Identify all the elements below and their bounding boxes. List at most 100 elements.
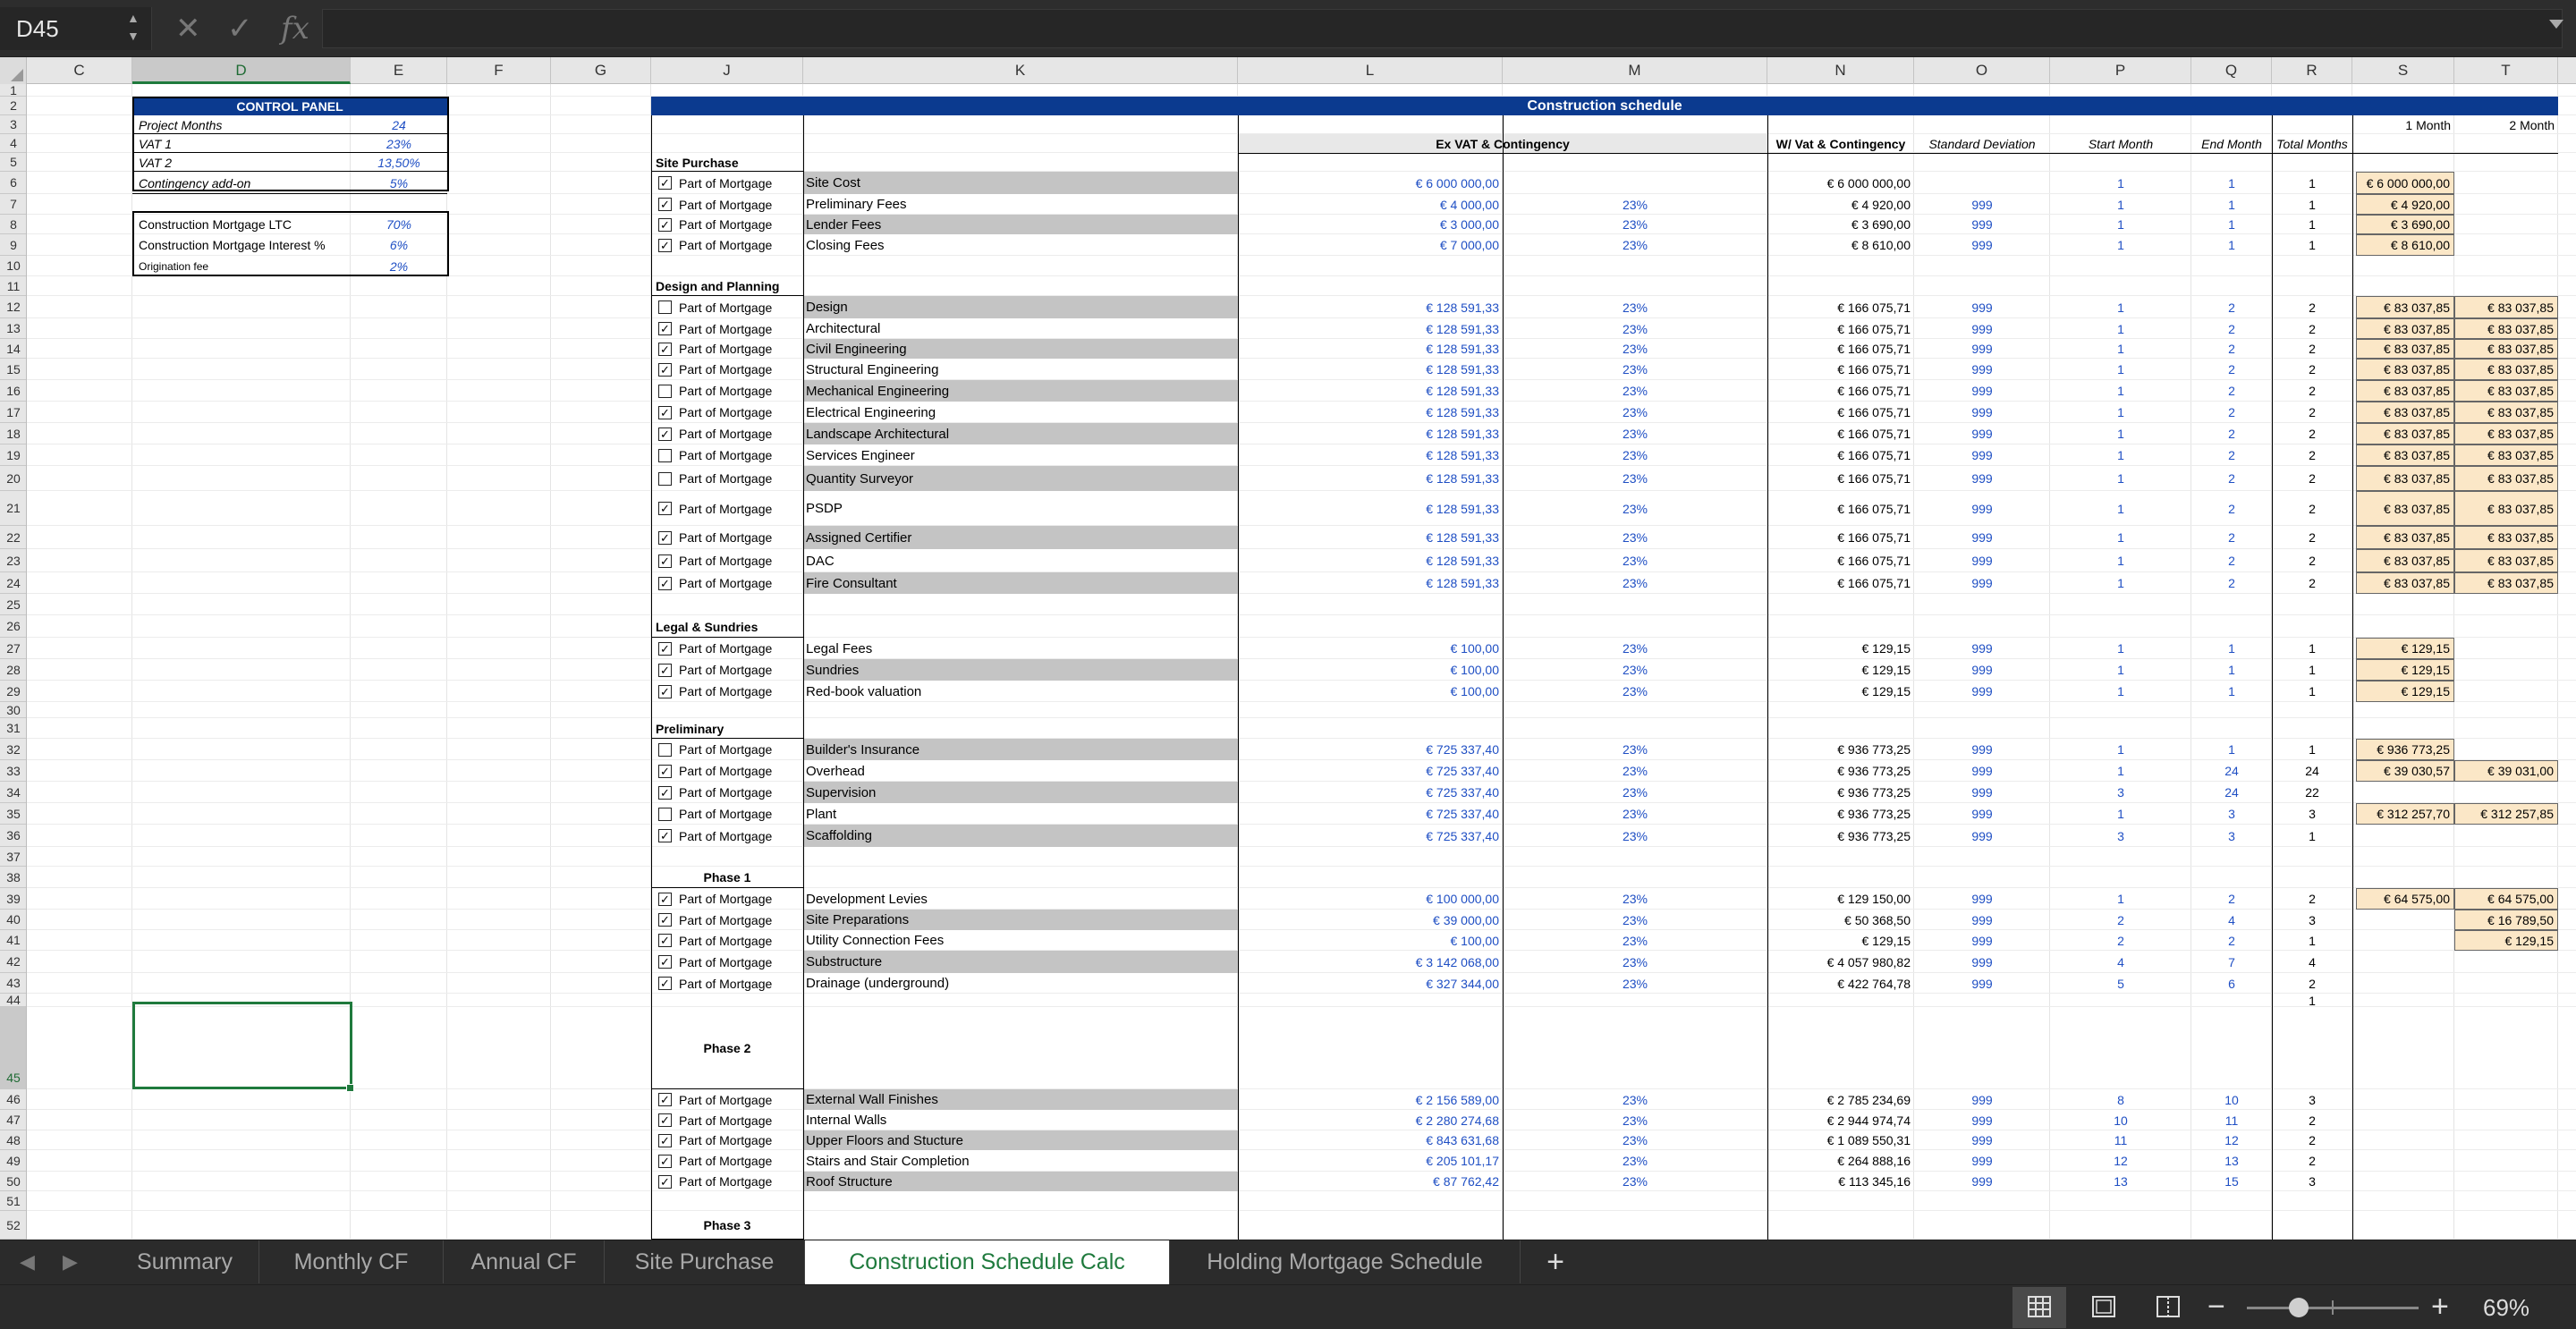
cost-item-name[interactable]: Overhead xyxy=(803,760,1238,782)
row-header-18[interactable]: 18 xyxy=(0,423,26,444)
formula-input[interactable] xyxy=(322,9,2563,48)
mortgage-checkbox[interactable]: ✓ xyxy=(658,1154,672,1168)
ex-vat-value[interactable]: € 128 591,33 xyxy=(1238,380,1503,402)
vat-rate[interactable]: 23% xyxy=(1503,1110,1767,1130)
row-header-29[interactable]: 29 xyxy=(0,681,26,702)
ex-vat-value[interactable]: € 128 591,33 xyxy=(1238,444,1503,466)
cost-item-name[interactable]: Architectural xyxy=(803,318,1238,339)
start-month-value[interactable]: 1 xyxy=(2050,380,2191,402)
std-dev-value[interactable]: 999 xyxy=(1914,1130,2050,1150)
row-header-36[interactable]: 36 xyxy=(0,825,26,847)
vat-rate[interactable]: 23% xyxy=(1503,572,1767,594)
row-header-10[interactable]: 10 xyxy=(0,256,26,276)
end-month-value[interactable]: 2 xyxy=(2191,296,2272,318)
vat-rate[interactable]: 23% xyxy=(1503,739,1767,760)
mortgage-checkbox[interactable]: ✓ xyxy=(658,322,672,335)
row-header-14[interactable]: 14 xyxy=(0,339,26,359)
row-header-22[interactable]: 22 xyxy=(0,526,26,549)
ex-vat-value[interactable]: € 725 337,40 xyxy=(1238,739,1503,760)
row-header-48[interactable]: 48 xyxy=(0,1130,26,1150)
std-dev-value[interactable]: 999 xyxy=(1914,402,2050,423)
start-month-value[interactable]: 1 xyxy=(2050,549,2191,572)
mortgage-checkbox[interactable]: ✓ xyxy=(658,217,672,232)
end-month-value[interactable]: 1 xyxy=(2191,681,2272,702)
column-header-d[interactable]: D xyxy=(132,57,351,84)
ex-vat-value[interactable]: € 128 591,33 xyxy=(1238,572,1503,594)
end-month-value[interactable]: 1 xyxy=(2191,739,2272,760)
start-month-value[interactable]: 1 xyxy=(2050,638,2191,659)
fill-handle[interactable] xyxy=(346,1084,354,1092)
vat-rate[interactable]: 23% xyxy=(1503,803,1767,825)
end-month-value[interactable]: 10 xyxy=(2191,1089,2272,1110)
ex-vat-value[interactable]: € 100,00 xyxy=(1238,659,1503,681)
vat-rate[interactable]: 23% xyxy=(1503,549,1767,572)
cost-item-name[interactable]: Electrical Engineering xyxy=(803,402,1238,423)
start-month-value[interactable]: 1 xyxy=(2050,739,2191,760)
row-header-37[interactable]: 37 xyxy=(0,847,26,867)
sheet-tab[interactable]: Construction Schedule Calc xyxy=(805,1240,1170,1285)
vat-rate[interactable] xyxy=(1503,172,1767,194)
end-month-value[interactable]: 2 xyxy=(2191,526,2272,549)
zoom-level[interactable]: 69% xyxy=(2483,1292,2529,1323)
sheet-tab[interactable]: Holding Mortgage Schedule xyxy=(1170,1240,1521,1283)
mortgage-checkbox[interactable]: ✓ xyxy=(658,176,672,190)
row-header-21[interactable]: 21 xyxy=(0,491,26,526)
mortgage-checkbox[interactable]: ✓ xyxy=(658,530,672,545)
vat-rate[interactable]: 23% xyxy=(1503,930,1767,951)
row-header-49[interactable]: 49 xyxy=(0,1150,26,1172)
std-dev-value[interactable]: 999 xyxy=(1914,549,2050,572)
row-header-43[interactable]: 43 xyxy=(0,973,26,994)
mortgage-checkbox[interactable]: ✓ xyxy=(658,977,672,990)
end-month-value[interactable]: 15 xyxy=(2191,1172,2272,1191)
select-all-corner[interactable] xyxy=(0,57,27,84)
cost-item-name[interactable]: Design xyxy=(803,296,1238,318)
ex-vat-value[interactable]: € 725 337,40 xyxy=(1238,782,1503,803)
end-month-value[interactable]: 13 xyxy=(2191,1150,2272,1172)
std-dev-value[interactable]: 999 xyxy=(1914,215,2050,234)
selected-cell-d45[interactable] xyxy=(132,1002,352,1089)
sheet-tab[interactable]: Site Purchase xyxy=(605,1240,805,1283)
column-header-s[interactable]: S xyxy=(2352,57,2454,84)
start-month-value[interactable]: 13 xyxy=(2050,1172,2191,1191)
row-header-32[interactable]: 32 xyxy=(0,739,26,760)
ex-vat-value[interactable]: € 4 000,00 xyxy=(1238,194,1503,215)
ex-vat-value[interactable]: € 128 591,33 xyxy=(1238,339,1503,359)
column-header-j[interactable]: J xyxy=(651,57,803,84)
std-dev-value[interactable]: 999 xyxy=(1914,380,2050,402)
confirm-check-icon[interactable]: ✓ xyxy=(227,11,253,47)
std-dev-value[interactable]: 999 xyxy=(1914,359,2050,380)
ex-vat-value[interactable]: € 2 156 589,00 xyxy=(1238,1089,1503,1110)
std-dev-value[interactable]: 999 xyxy=(1914,1172,2050,1191)
row-header-17[interactable]: 17 xyxy=(0,402,26,423)
mortgage-checkbox[interactable]: ✓ xyxy=(658,684,672,698)
start-month-value[interactable]: 1 xyxy=(2050,760,2191,782)
end-month-value[interactable]: 24 xyxy=(2191,782,2272,803)
start-month-value[interactable]: 1 xyxy=(2050,318,2191,339)
start-month-value[interactable]: 1 xyxy=(2050,402,2191,423)
std-dev-value[interactable]: 999 xyxy=(1914,572,2050,594)
end-month-value[interactable]: 1 xyxy=(2191,172,2272,194)
row-header-11[interactable]: 11 xyxy=(0,276,26,296)
mortgage-checkbox[interactable]: ✓ xyxy=(658,554,672,568)
prev-sheet-icon[interactable]: ◀ xyxy=(20,1240,35,1283)
cost-item-name[interactable]: Substructure xyxy=(803,951,1238,973)
row-header-20[interactable]: 20 xyxy=(0,466,26,491)
row-header-33[interactable]: 33 xyxy=(0,760,26,782)
vat-rate[interactable]: 23% xyxy=(1503,234,1767,256)
row-header-13[interactable]: 13 xyxy=(0,318,26,339)
row-header-12[interactable]: 12 xyxy=(0,296,26,318)
row-header-45[interactable]: 45 xyxy=(0,1007,26,1089)
vat-rate[interactable]: 23% xyxy=(1503,888,1767,910)
std-dev-value[interactable]: 999 xyxy=(1914,526,2050,549)
vat-rate[interactable]: 23% xyxy=(1503,1172,1767,1191)
cost-item-name[interactable]: Supervision xyxy=(803,782,1238,803)
end-month-value[interactable]: 2 xyxy=(2191,888,2272,910)
mortgage-checkbox[interactable] xyxy=(658,384,672,398)
start-month-value[interactable]: 1 xyxy=(2050,444,2191,466)
cost-item-name[interactable]: Preliminary Fees xyxy=(803,194,1238,215)
std-dev-value[interactable]: 999 xyxy=(1914,825,2050,847)
column-header-q[interactable]: Q xyxy=(2191,57,2272,84)
start-month-value[interactable]: 1 xyxy=(2050,659,2191,681)
std-dev-value[interactable]: 999 xyxy=(1914,444,2050,466)
start-month-value[interactable]: 10 xyxy=(2050,1110,2191,1130)
